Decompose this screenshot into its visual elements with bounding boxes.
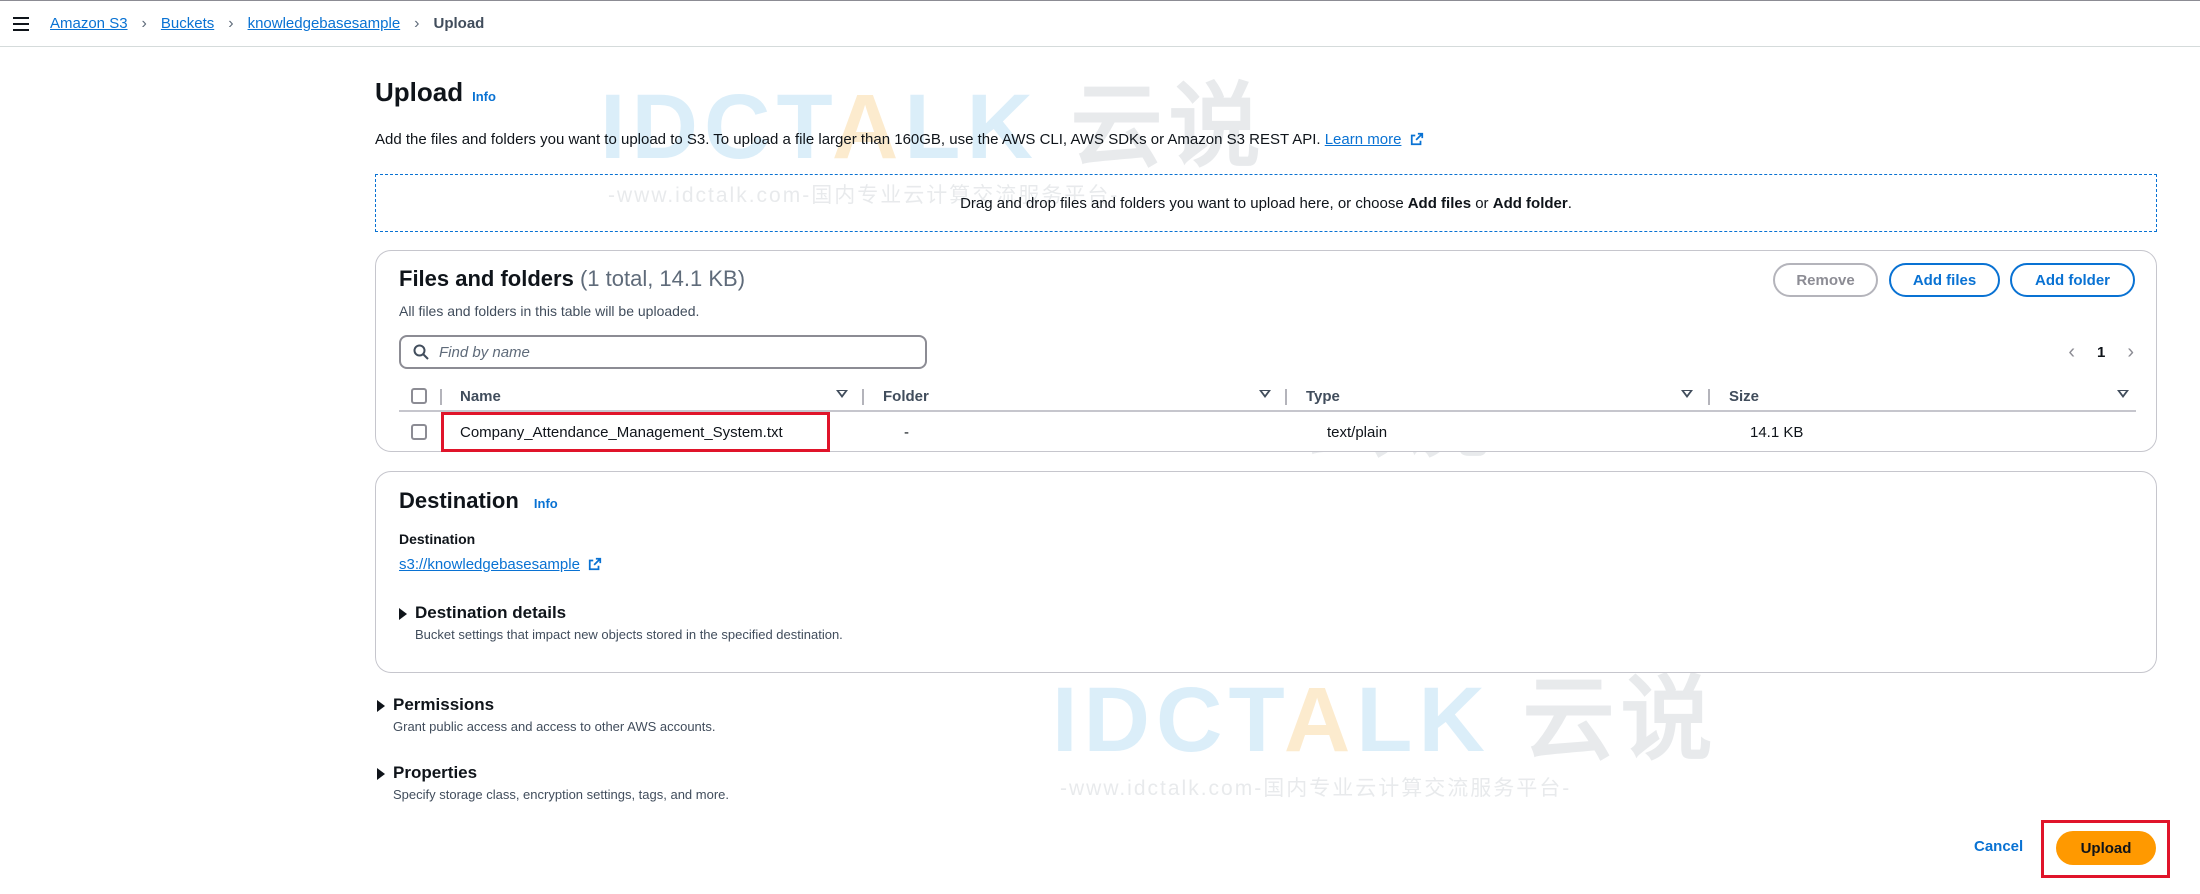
properties-title: Properties (393, 763, 478, 782)
sort-icon[interactable] (2117, 390, 2129, 398)
destination-details-expander[interactable]: Destination details Bucket settings that… (399, 603, 843, 642)
caret-right-icon (377, 700, 385, 712)
files-panel-title-text: Files and folders (399, 266, 574, 291)
column-divider[interactable] (1708, 389, 1710, 405)
breadcrumb-buckets[interactable]: Buckets (161, 15, 214, 32)
dropzone-add-folder: Add folder (1492, 194, 1568, 212)
dropzone-or: or (1471, 194, 1493, 212)
column-divider[interactable] (862, 389, 864, 405)
row-folder: - (904, 423, 909, 441)
breadcrumb-amazon-s3[interactable]: Amazon S3 (50, 15, 128, 32)
destination-title: Destination Info (399, 488, 558, 514)
destination-details-title: Destination details (415, 603, 567, 622)
top-bar: Amazon S3 › Buckets › knowledgebasesampl… (0, 0, 2200, 47)
remove-button[interactable]: Remove (1773, 263, 1878, 297)
destination-title-text: Destination (399, 488, 519, 513)
caret-right-icon (377, 768, 385, 780)
page-number[interactable]: 1 (2097, 344, 2105, 361)
sort-icon[interactable] (836, 390, 848, 398)
chevron-right-icon: › (414, 14, 420, 32)
page-description: Add the files and folders you want to up… (375, 131, 1424, 148)
upload-button[interactable]: Upload (2056, 831, 2156, 865)
column-divider (440, 389, 442, 405)
permissions-expander[interactable]: Permissions Grant public access and acce… (377, 695, 716, 734)
destination-link[interactable]: s3://knowledgebasesample (399, 556, 580, 573)
page-header: Upload Info (375, 77, 496, 108)
external-link-icon[interactable] (1410, 132, 1424, 146)
pagination: ‹ 1 › (2068, 341, 2134, 364)
search-input[interactable] (439, 343, 899, 361)
cancel-button[interactable]: Cancel (1974, 838, 2023, 855)
dropzone-suffix: . (1567, 194, 1572, 212)
destination-info-link[interactable]: Info (534, 496, 558, 511)
destination-link-row: s3://knowledgebasesample (399, 556, 602, 573)
chevron-right-icon: › (141, 14, 147, 32)
column-header-type[interactable]: Type (1306, 382, 1340, 410)
table-header: Name Folder Type Size (399, 382, 2136, 412)
dropzone-text: Drag and drop files and folders you want… (960, 194, 1404, 212)
breadcrumb: Amazon S3 › Buckets › knowledgebasesampl… (50, 15, 484, 33)
highlight-box (441, 412, 830, 452)
page-title: Upload (375, 77, 464, 107)
column-header-size[interactable]: Size (1729, 382, 1759, 410)
caret-right-icon (399, 608, 407, 620)
row-checkbox[interactable] (411, 424, 427, 440)
chevron-left-icon[interactable]: ‹ (2068, 341, 2075, 364)
sort-icon[interactable] (1681, 390, 1693, 398)
search-field[interactable] (399, 335, 927, 369)
breadcrumb-current: Upload (433, 15, 485, 32)
page-description-text: Add the files and folders you want to up… (375, 131, 1321, 148)
column-header-name[interactable]: Name (460, 382, 501, 410)
destination-panel: Destination Info Destination s3://knowle… (375, 471, 2157, 673)
breadcrumb-bucket[interactable]: knowledgebasesample (248, 15, 401, 32)
search-icon (413, 344, 429, 360)
row-type: text/plain (1327, 423, 1388, 441)
add-files-button[interactable]: Add files (1889, 263, 2000, 297)
column-divider[interactable] (1285, 389, 1287, 405)
permissions-desc: Grant public access and access to other … (393, 719, 716, 734)
menu-icon[interactable] (13, 16, 29, 31)
files-panel-title: Files and folders (1 total, 14.1 KB) (399, 266, 745, 292)
properties-desc: Specify storage class, encryption settin… (393, 787, 730, 802)
properties-expander[interactable]: Properties Specify storage class, encryp… (377, 763, 729, 802)
row-size: 14.1 KB (1750, 423, 1804, 441)
files-panel-subtitle: All files and folders in this table will… (399, 303, 700, 319)
add-folder-button[interactable]: Add folder (2010, 263, 2135, 297)
chevron-right-icon: › (228, 14, 234, 32)
permissions-title: Permissions (393, 695, 495, 714)
drop-zone[interactable]: Drag and drop files and folders you want… (375, 174, 2157, 232)
column-header-folder[interactable]: Folder (883, 382, 929, 410)
files-count: (1 total, 14.1 KB) (579, 266, 746, 291)
info-link[interactable]: Info (472, 89, 496, 104)
learn-more-link[interactable]: Learn more (1325, 131, 1402, 148)
destination-details-desc: Bucket settings that impact new objects … (415, 627, 843, 642)
dropzone-add-files: Add files (1407, 194, 1472, 212)
chevron-right-icon[interactable]: › (2127, 341, 2134, 364)
destination-label: Destination (399, 531, 476, 547)
select-all-checkbox[interactable] (411, 388, 427, 404)
external-link-icon[interactable] (588, 557, 602, 571)
sort-icon[interactable] (1259, 390, 1271, 398)
